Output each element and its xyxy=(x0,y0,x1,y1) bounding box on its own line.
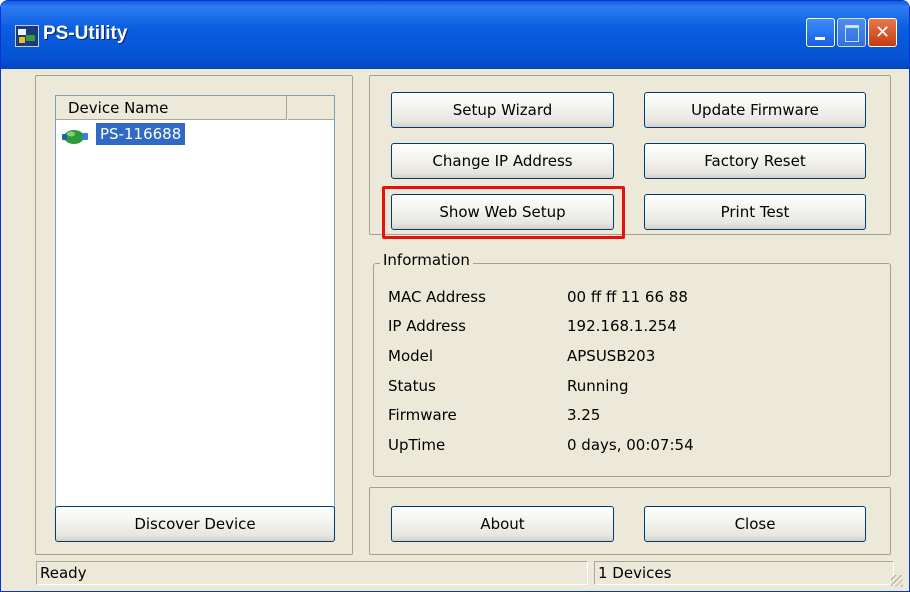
maximize-button[interactable] xyxy=(837,18,866,47)
minimize-button[interactable] xyxy=(806,18,835,47)
column-header-blank[interactable] xyxy=(288,96,334,120)
resize-grip-icon[interactable] xyxy=(891,575,903,587)
info-value-mac: 00 ff ff 11 66 88 xyxy=(567,288,688,306)
update-firmware-button[interactable]: Update Firmware xyxy=(644,92,866,128)
device-list[interactable]: Device Name PS-116688 xyxy=(55,95,335,517)
about-button[interactable]: About xyxy=(391,506,614,542)
info-label-uptime: UpTime xyxy=(388,436,446,454)
factory-reset-button[interactable]: Factory Reset xyxy=(644,143,866,179)
info-label-mac: MAC Address xyxy=(388,288,486,306)
highlight-box xyxy=(382,186,625,239)
info-value-firmware: 3.25 xyxy=(567,406,601,424)
information-title: Information xyxy=(380,251,473,269)
close-button[interactable]: Close xyxy=(644,506,866,542)
app-icon xyxy=(15,25,39,47)
print-test-button[interactable]: Print Test xyxy=(644,194,866,230)
info-value-ip: 192.168.1.254 xyxy=(567,317,677,335)
info-value-model: APSUSB203 xyxy=(567,347,656,365)
info-label-ip: IP Address xyxy=(388,317,466,335)
device-list-header: Device Name xyxy=(56,96,334,120)
info-label-firmware: Firmware xyxy=(388,406,457,424)
network-device-icon xyxy=(62,130,88,144)
device-count: 1 Devices xyxy=(594,561,894,585)
status-text: Ready xyxy=(36,561,588,585)
close-window-button[interactable]: ✕ xyxy=(868,18,897,47)
close-icon: ✕ xyxy=(874,22,891,43)
setup-wizard-button[interactable]: Setup Wizard xyxy=(391,92,614,128)
ps-utility-window: PS-Utility ✕ Device Name PS-116688 Setup… xyxy=(0,0,910,592)
info-label-model: Model xyxy=(388,347,434,365)
info-value-status: Running xyxy=(567,377,629,395)
change-ip-address-button[interactable]: Change IP Address xyxy=(391,143,614,179)
info-value-uptime: 0 days, 00:07:54 xyxy=(567,436,694,454)
status-bar: Ready 1 Devices xyxy=(1,557,909,591)
discover-device-button[interactable]: Discover Device xyxy=(55,506,335,542)
column-header-device-name[interactable]: Device Name xyxy=(56,96,287,120)
info-label-status: Status xyxy=(388,377,436,395)
window-title: PS-Utility xyxy=(43,23,128,44)
device-name-label[interactable]: PS-116688 xyxy=(96,123,186,145)
title-bar[interactable]: PS-Utility ✕ xyxy=(1,1,909,69)
